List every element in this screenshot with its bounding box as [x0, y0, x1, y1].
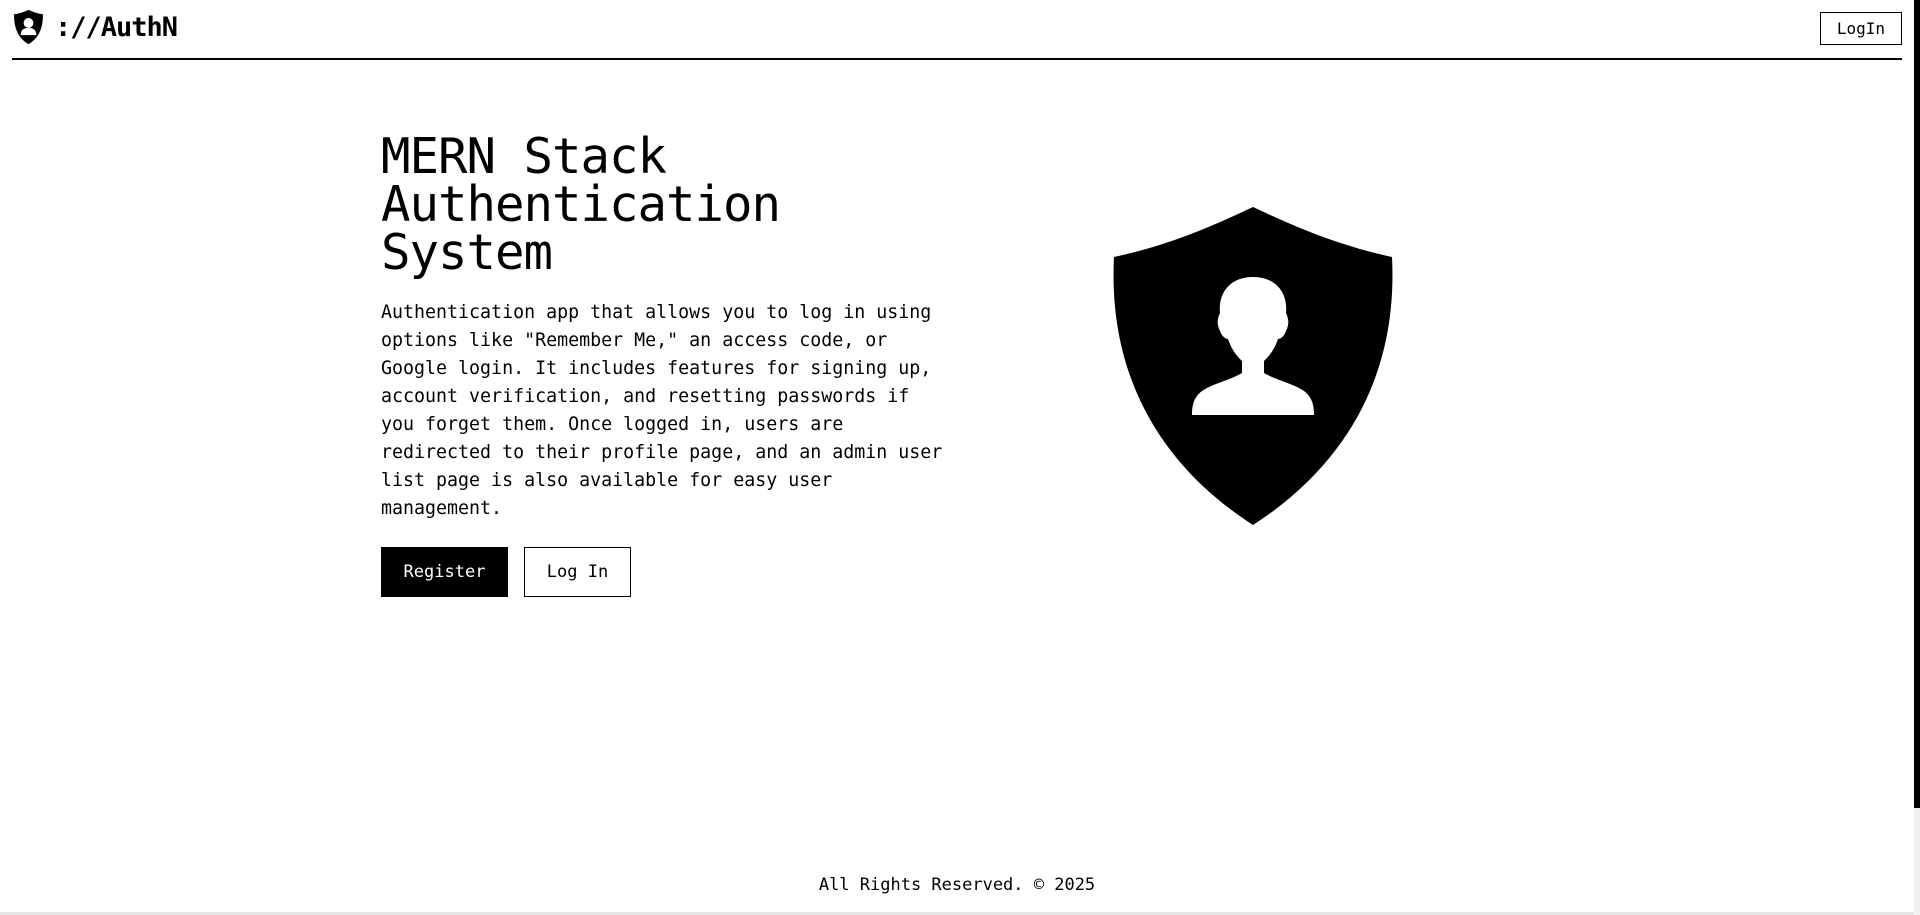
hero-title: MERN Stack Authentication System — [381, 128, 781, 281]
register-button[interactable]: Register — [381, 547, 508, 597]
brand-logo-link[interactable]: ://AuthN — [12, 9, 178, 45]
scrollbar-thumb[interactable] — [1914, 0, 1920, 808]
footer: All Rights Reserved. © 2025 — [0, 875, 1914, 895]
nav-login-button[interactable]: LogIn — [1819, 12, 1902, 45]
hero-text-block: MERN Stack Authentication System Authent… — [381, 128, 951, 597]
shield-user-illustration — [1110, 205, 1396, 531]
copyright-text: All Rights Reserved. © 2025 — [818, 875, 1096, 895]
shield-user-icon — [12, 9, 45, 45]
brand-name: ://AuthN — [55, 11, 178, 43]
hero-actions: Register Log In — [381, 547, 951, 597]
navbar: ://AuthN LogIn — [12, 0, 1902, 60]
hero-description: Authentication app that allows you to lo… — [381, 302, 943, 519]
shield-user-icon — [1113, 207, 1393, 525]
scrollbar[interactable] — [1914, 0, 1920, 915]
login-button[interactable]: Log In — [524, 547, 631, 597]
